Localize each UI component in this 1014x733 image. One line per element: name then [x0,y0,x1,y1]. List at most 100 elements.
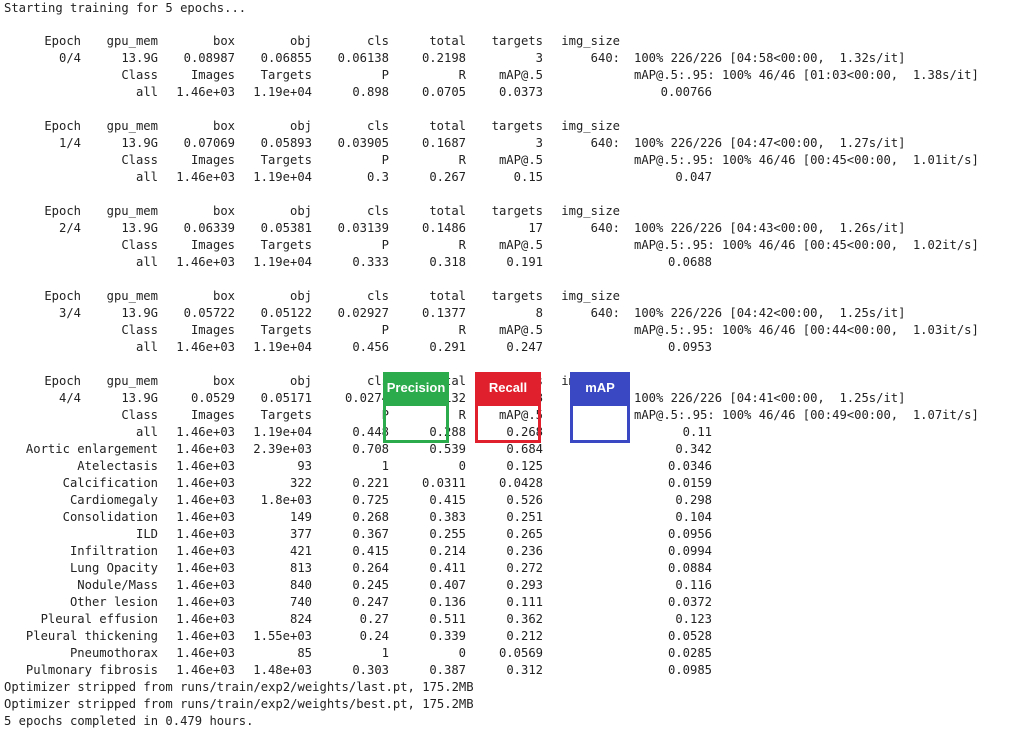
class-metric: 0.0956 [667,527,712,541]
epoch-header-row: Epochgpu_memboxobjclstotaltargetsimg_siz… [4,118,1010,135]
val-metric: 0.15 [513,170,543,184]
footer-line: Optimizer stripped from runs/train/exp2/… [4,696,1010,713]
val-col-header: mAP@.5 [498,153,543,167]
val-metric: 0.0953 [667,340,712,354]
footer-text: 5 epochs completed in 0.479 hours. [4,714,254,728]
val-header-row: Class Images Targets P RmAP@.5 mAP@.5:.95: 10… [4,322,1010,339]
class-metric-row: Lung Opacity 1.46e+03 813 0.264 0.411 0.272 0.… [4,560,1010,577]
class-metric-row: Pneumothorax 1.46e+03 85 1 0 0.0569 0.0285 [4,645,1010,662]
val-metric: 0.247 [506,340,543,354]
epoch-values-row: 3/4 13.9G 0.05722 0.05122 0.02927 0.1377 8 640:… [4,305,1010,322]
map-label-tag: mAP [570,372,630,403]
class-metric: 0.342 [675,442,712,456]
val-progress: mAP@.5:.95: 100% 46/46 [00:49<00:00, 1.0… [634,408,979,422]
val-all-row: all 1.46e+03 1.19e+04 0.456 0.291 0.247 0.0953 [4,339,1010,356]
class-metric: 0.0884 [667,561,712,575]
class-metric: 0.116 [675,578,712,592]
col-header-imgsize: img_size [561,34,620,48]
class-metric: 0.212 [506,629,543,643]
epoch-value: 640: [590,51,620,65]
epoch-header-row: Epochgpu_memboxobjclstotaltargetsimg_siz… [4,203,1010,220]
val-col-header: mAP@.5 [498,238,543,252]
val-all-row: all 1.46e+03 1.19e+04 0.3 0.267 0.15 0.047 [4,169,1010,186]
class-metric-row: ILD 1.46e+03 377 0.367 0.255 0.265 0.0956 [4,526,1010,543]
footer-text: Optimizer stripped from runs/train/exp2/… [4,680,474,694]
val-metric: 0.047 [675,170,712,184]
class-metric-row: Other lesion 1.46e+03 740 0.247 0.136 0.111 0.… [4,594,1010,611]
class-metric: 0.0159 [667,476,712,490]
col-header-imgsize: img_size [561,289,620,303]
class-metric: 0.111 [506,595,543,609]
val-header-row: Class Images Targets P RmAP@.5 mAP@.5:.95: 10… [4,152,1010,169]
class-metric-row: Pleural effusion 1.46e+03 824 0.27 0.511 0.36… [4,611,1010,628]
epoch-value: 640: [590,221,620,235]
val-header-row: Class Images Targets P RmAP@.5 mAP@.5:.95: 10… [4,67,1010,84]
class-metric: 0.0528 [667,629,712,643]
class-metric: 0.104 [675,510,712,524]
class-metric-row: Nodule/Mass 1.46e+03 840 0.245 0.407 0.293 0.1… [4,577,1010,594]
val-progress: mAP@.5:.95: 100% 46/46 [00:44<00:00, 1.0… [634,323,979,337]
class-metric: 0.0994 [667,544,712,558]
val-progress: mAP@.5:.95: 100% 46/46 [00:45<00:00, 1.0… [634,238,979,252]
val-progress: mAP@.5:.95: 100% 46/46 [01:03<00:00, 1.3… [634,68,979,82]
class-metric: 0.0346 [667,459,712,473]
map-highlight-box [570,403,630,443]
footer-text: Optimizer stripped from runs/train/exp2/… [4,697,474,711]
epoch-value: 640: [590,136,620,150]
val-col-header: mAP@.5 [498,323,543,337]
class-metric: 0.293 [506,578,543,592]
class-metric: 0.123 [675,612,712,626]
class-metric: 0.298 [675,493,712,507]
class-metric-row: Calcification 1.46e+03 322 0.221 0.0311 0.042… [4,475,1010,492]
class-metric-row: Pulmonary fibrosis 1.46e+03 1.48e+03 0.303 0… [4,662,1010,679]
epoch-value: 640: [590,306,620,320]
train-progress: 100% 226/226 [04:41<00:00, 1.25s/it] [634,391,906,405]
class-metric-row: Consolidation 1.46e+03 149 0.268 0.383 0.251 0… [4,509,1010,526]
val-header-row: Class Images Targets P RmAP@.5 mAP@.5:.95: 10… [4,237,1010,254]
val-metric: 0.191 [506,255,543,269]
val-metric: 0.0688 [667,255,712,269]
val-progress: mAP@.5:.95: 100% 46/46 [00:45<00:00, 1.0… [634,153,979,167]
train-progress: 100% 226/226 [04:47<00:00, 1.27s/it] [634,136,906,150]
class-metric: 0.0985 [667,663,712,677]
train-progress: 100% 226/226 [04:43<00:00, 1.26s/it] [634,221,906,235]
val-all-row: all 1.46e+03 1.19e+04 0.333 0.318 0.191 0.0688 [4,254,1010,271]
class-metric: 0.0569 [498,646,543,660]
class-metric-row: Pleural thickening 1.46e+03 1.55e+03 0.24 0.… [4,628,1010,645]
col-header-imgsize: img_size [561,204,620,218]
class-metric: 0.0428 [498,476,543,490]
recall-label-tag: Recall [475,372,541,403]
class-metric-row: Atelectasis 1.46e+03 93 1 0 0.125 0.0346 [4,458,1010,475]
intro-text: Starting training for 5 epochs... [4,1,247,15]
class-metric: 0.312 [506,663,543,677]
class-metric: 0.526 [506,493,543,507]
epoch-values-row: 2/4 13.9G 0.06339 0.05381 0.03139 0.1486 17 640… [4,220,1010,237]
col-header-imgsize: img_size [561,119,620,133]
class-metric: 0.272 [506,561,543,575]
class-metric-row: Aortic enlargement 1.46e+03 2.39e+03 0.708 0… [4,441,1010,458]
footer-line: Optimizer stripped from runs/train/exp2/… [4,679,1010,696]
epoch-values-row: 1/4 13.9G 0.07069 0.05893 0.03905 0.1687 3 640:… [4,135,1010,152]
class-metric-row: Infiltration 1.46e+03 421 0.415 0.214 0.236 0.… [4,543,1010,560]
class-metric: 0.0372 [667,595,712,609]
class-metric: 0.362 [506,612,543,626]
epoch-values-row: 0/4 13.9G 0.08987 0.06855 0.06138 0.2198 3 640:… [4,50,1010,67]
intro-line: Starting training for 5 epochs... [4,0,1010,17]
precision-highlight-box [383,403,449,443]
recall-highlight-box [475,403,541,443]
val-metric: 0.00766 [660,85,712,99]
terminal-output: Starting training for 5 epochs... Epoch gp… [0,0,1014,733]
epoch-header-row: Epochgpu_memboxobjclstotaltargetsimg_siz… [4,288,1010,305]
footer-line: 5 epochs completed in 0.479 hours. [4,713,1010,730]
class-metric-row: Cardiomegaly 1.46e+03 1.8e+03 0.725 0.415 0.5… [4,492,1010,509]
class-metric: 0.251 [506,510,543,524]
class-metric: 0.125 [506,459,543,473]
epoch-header-row: Epochgpu_memboxobjclstotaltargetsimg_siz… [4,33,1010,50]
val-col-header: mAP@.5 [498,68,543,82]
train-progress: 100% 226/226 [04:58<00:00, 1.32s/it] [634,51,906,65]
val-metric: 0.0373 [498,85,543,99]
class-metric: 0.265 [506,527,543,541]
precision-label-tag: Precision [383,372,449,403]
class-metric: 0.684 [506,442,543,456]
class-metric: 0.236 [506,544,543,558]
